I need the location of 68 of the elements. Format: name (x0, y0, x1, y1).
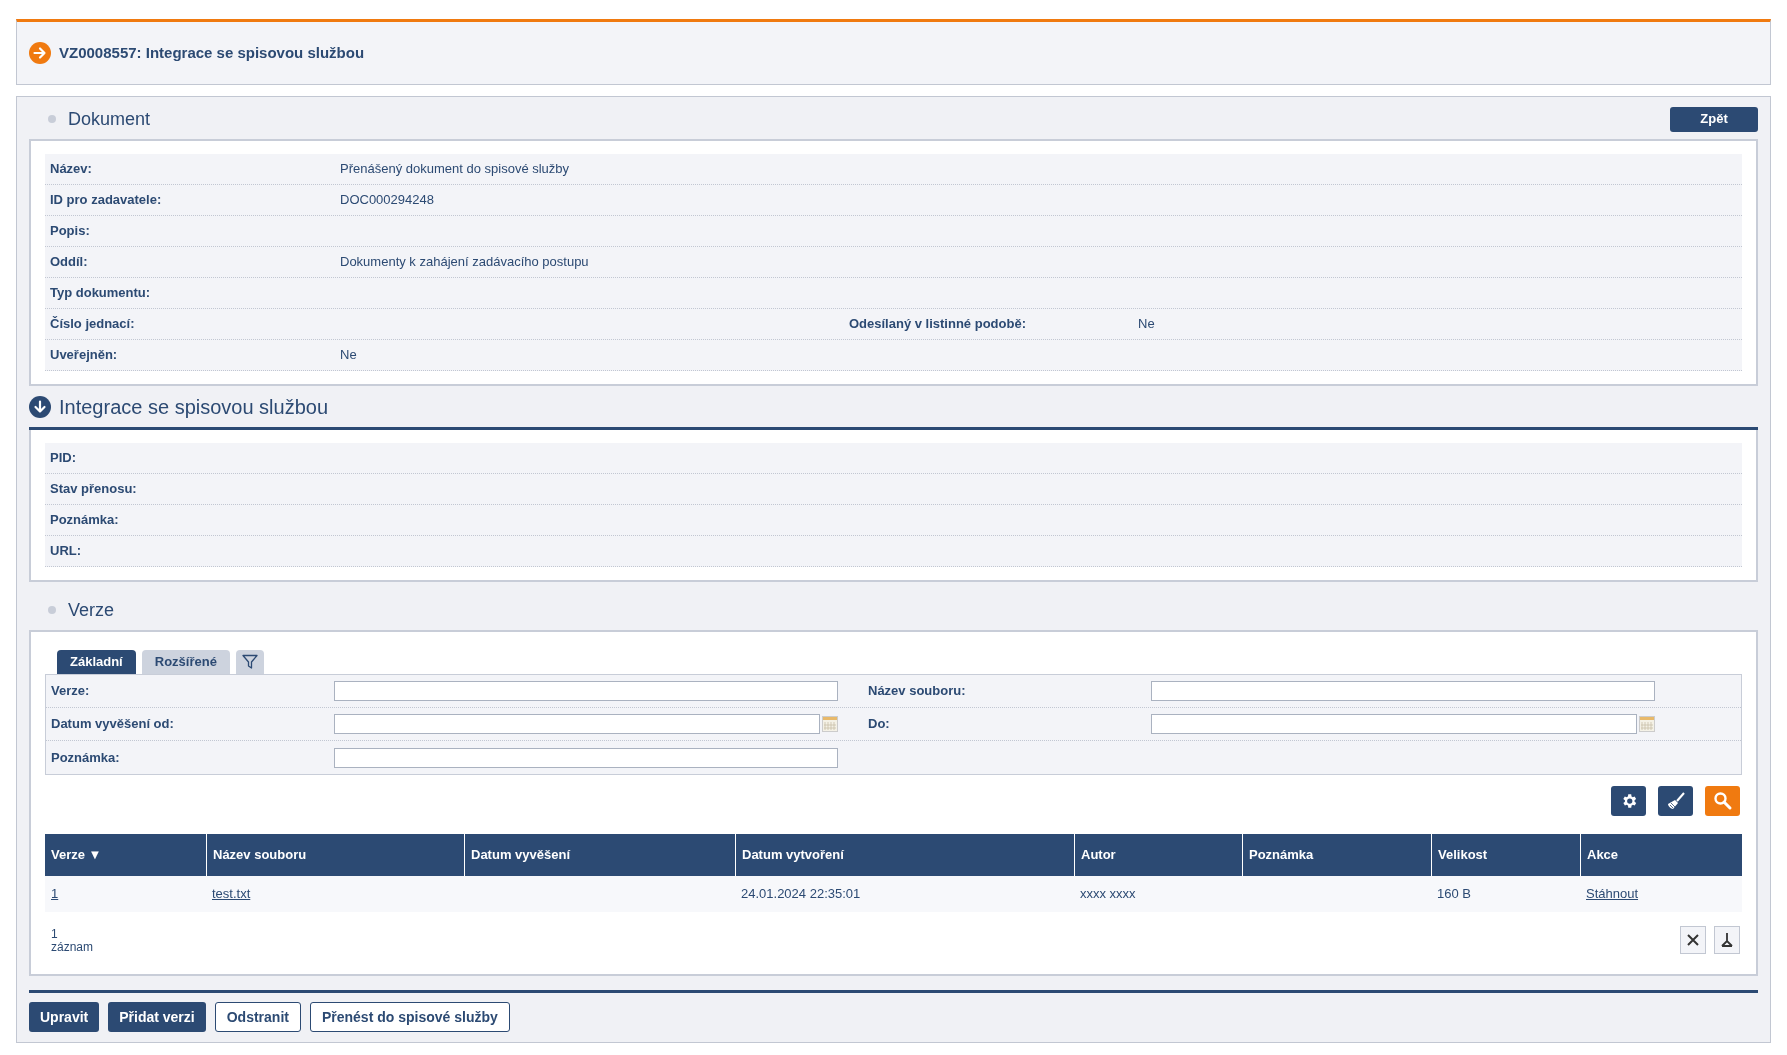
column-header[interactable]: Velikost (1432, 845, 1494, 865)
filter-tab[interactable]: Základní (57, 650, 136, 674)
filter-label: Datum vyvěšení od: (51, 715, 175, 734)
field-label: Poznámka: (50, 511, 120, 530)
excel-export-icon[interactable] (1680, 926, 1706, 954)
page-title: VZ0008557: Integrace se spisovou službou (59, 42, 365, 63)
record-count: 1 (51, 928, 59, 941)
field-label: PID: (50, 449, 77, 468)
record-count-label: záznam (51, 941, 94, 954)
brush-button[interactable] (1658, 786, 1693, 816)
field-value: Dokumenty k zahájení zadávacího postupu (340, 253, 589, 272)
field-label: Popis: (50, 222, 91, 241)
column-header[interactable]: Akce (1581, 845, 1625, 865)
column-header[interactable]: Datum vyvěšení (465, 845, 576, 865)
table-cell: 160 B (1437, 886, 1471, 902)
column-header[interactable]: Verze ▼ (45, 845, 108, 865)
column-header[interactable]: Datum vytvoření (736, 845, 850, 865)
section-title: Integrace se spisovou službou (59, 394, 329, 420)
search-button[interactable] (1705, 786, 1740, 816)
field-value: Ne (340, 346, 357, 365)
input-field[interactable] (334, 681, 838, 701)
field-label: Stav přenosu: (50, 480, 138, 499)
field-label: Název: (50, 160, 93, 179)
filter-tab[interactable]: Rozšířené (141, 650, 230, 674)
table-cell: 24.01.2024 22:35:01 (741, 886, 861, 902)
filter-label: Poznámka: (51, 748, 121, 767)
filter-icon[interactable] (235, 650, 264, 674)
calendar-icon[interactable] (1639, 716, 1655, 732)
bullet-icon (48, 606, 56, 614)
pdf-export-icon[interactable] (1714, 926, 1740, 954)
table-cell: xxxx xxxx (1080, 886, 1136, 902)
field-value: Přenášený dokument do spisové služby (340, 160, 570, 179)
back-button[interactable]: Zpět (1670, 106, 1758, 132)
field-label: Uveřejněn: (50, 346, 119, 365)
action-button[interactable]: Přenést do spisové služby (309, 1002, 510, 1032)
column-header[interactable]: Název souboru (207, 845, 313, 865)
field-label: Odesílaný v listinné podobě: (849, 315, 1027, 334)
date-field[interactable] (334, 714, 820, 734)
column-header[interactable]: Poznámka (1243, 845, 1320, 865)
arrow-down-icon (29, 395, 51, 418)
field-label: Oddíl: (50, 253, 89, 272)
field-label: ID pro zadavatele: (50, 191, 163, 210)
bullet-icon (48, 115, 56, 123)
action-button[interactable]: Odstranit (214, 1002, 301, 1032)
field-label: Číslo jednací: (50, 315, 136, 334)
search-icon (1712, 791, 1733, 811)
section-title: Dokument (68, 107, 151, 131)
filter-label: Název souboru: (868, 682, 967, 701)
brush-icon (1665, 791, 1686, 811)
field-value: Ne (1138, 315, 1155, 334)
date-field[interactable] (1151, 714, 1637, 734)
arrow-right-icon (29, 42, 51, 64)
action-button[interactable]: Přidat verzi (108, 1002, 206, 1032)
field-value: DOC000294248 (340, 191, 434, 210)
action-button[interactable]: Upravit (29, 1002, 100, 1032)
table-link[interactable]: Stáhnout (1586, 886, 1639, 902)
calendar-icon[interactable] (822, 716, 838, 732)
column-header[interactable]: Autor (1075, 845, 1122, 865)
filter-label: Do: (868, 715, 891, 734)
section-title: Verze (68, 598, 115, 622)
table-link[interactable]: 1 (51, 886, 59, 902)
table-link[interactable]: test.txt (212, 886, 251, 902)
settings-button[interactable] (1611, 786, 1646, 816)
field-label: URL: (50, 542, 83, 561)
filter-label: Verze: (51, 682, 91, 701)
field-label: Typ dokumentu: (50, 284, 152, 303)
input-field[interactable] (334, 747, 838, 768)
input-field[interactable] (1151, 681, 1655, 701)
